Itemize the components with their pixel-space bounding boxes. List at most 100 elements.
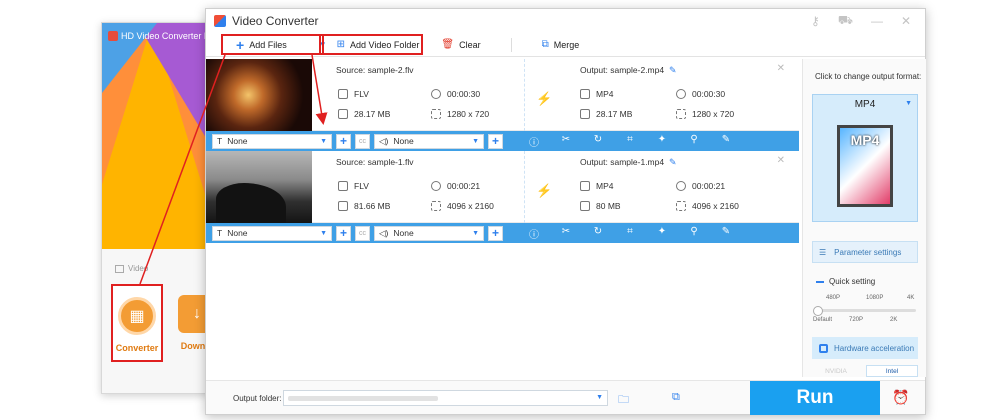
- minimize-icon[interactable]: —: [871, 14, 883, 28]
- output-folder-path: [288, 396, 438, 401]
- resolution-icon: [431, 201, 441, 211]
- file-item[interactable]: Source: sample-1.flv Output: sample-1.mp…: [206, 151, 799, 223]
- gpu-intel-option[interactable]: Intel: [866, 365, 918, 377]
- quick-setting-label: Quick setting: [816, 277, 875, 286]
- source-format: FLV: [338, 181, 369, 191]
- cart-icon[interactable]: ⛟: [838, 13, 853, 29]
- filesize-icon: [580, 201, 590, 211]
- highlight-add-files: [221, 34, 324, 55]
- info-icon[interactable]: ⓘ: [525, 226, 543, 241]
- merge-button[interactable]: ⧉ Merge: [542, 39, 580, 50]
- source-size: 28.17 MB: [338, 109, 390, 119]
- video-thumbnail[interactable]: [206, 151, 312, 223]
- chevron-down-icon: ▼: [320, 229, 327, 237]
- file-item[interactable]: Source: sample-2.flv Output: sample-2.mp…: [206, 59, 799, 131]
- output-size: 80 MB: [580, 201, 621, 211]
- cc-icon[interactable]: cc: [355, 133, 370, 149]
- highlight-add-video-folder: [319, 34, 423, 55]
- add-audio-button[interactable]: +: [488, 225, 503, 241]
- alarm-clock-icon[interactable]: ⏰: [892, 389, 909, 406]
- resolution-icon: [676, 201, 686, 211]
- edit-icon[interactable]: ✎: [717, 134, 735, 149]
- add-subtitle-button[interactable]: +: [336, 225, 351, 241]
- cc-icon[interactable]: cc: [355, 225, 370, 241]
- slider-icon: [816, 280, 824, 283]
- close-icon[interactable]: ✕: [901, 14, 911, 28]
- output-format-selector[interactable]: MP4 ▼ MP4: [812, 94, 918, 222]
- remove-file-icon[interactable]: ✕: [777, 63, 785, 74]
- film-icon: ▦: [118, 297, 156, 335]
- app-logo-icon: [214, 15, 226, 27]
- video-thumbnail[interactable]: [206, 59, 312, 131]
- clock-icon: [676, 181, 686, 191]
- launcher-hero: HD Video Converter F: [102, 23, 210, 249]
- trash-icon: 🗑: [441, 39, 455, 50]
- effects-icon[interactable]: ✦: [653, 226, 671, 241]
- add-audio-button[interactable]: +: [488, 133, 503, 149]
- crop-icon[interactable]: ⌗: [621, 226, 639, 241]
- scissors-icon[interactable]: ✂: [557, 226, 575, 241]
- hardware-acceleration-toggle[interactable]: Hardware acceleration: [812, 337, 918, 359]
- chevron-down-icon: ▼: [905, 100, 912, 107]
- rotate-icon[interactable]: ↻: [589, 134, 607, 149]
- gpu-nvidia-option[interactable]: NVIDIA: [812, 365, 860, 377]
- subtitle-select[interactable]: T None ▼: [212, 225, 332, 241]
- toolbar-divider: [510, 37, 512, 52]
- source-duration: 00:00:21: [431, 181, 480, 191]
- speaker-icon: ◁): [379, 135, 389, 146]
- run-button[interactable]: Run: [750, 381, 880, 415]
- rotate-icon[interactable]: ↻: [589, 226, 607, 241]
- source-name: Source: sample-1.flv: [336, 157, 414, 167]
- chevron-down-icon: ▼: [596, 394, 603, 401]
- watermark-icon[interactable]: ⚲: [685, 134, 703, 149]
- edit-name-icon[interactable]: ✎: [669, 65, 677, 76]
- key-icon[interactable]: ⚷: [811, 14, 820, 28]
- source-resolution: 1280 x 720: [431, 109, 489, 119]
- quality-slider[interactable]: [813, 306, 916, 316]
- subtitle-select[interactable]: T None ▼: [212, 133, 332, 149]
- file-toolbar: T None ▼ + cc ◁) None ▼ + ⓘ ✂ ↻ ⌗ ✦ ⚲ ✎: [206, 223, 799, 243]
- crop-icon[interactable]: ⌗: [621, 134, 639, 149]
- window-title: Video Converter: [232, 14, 319, 28]
- effects-icon[interactable]: ✦: [653, 134, 671, 149]
- output-size: 28.17 MB: [580, 109, 632, 119]
- converter-window: Video Converter ⚷ ⛟ — ✕ + Add Files ▼ ⊞ …: [205, 8, 926, 415]
- chevron-down-icon: ▼: [320, 137, 327, 145]
- file-format-icon: [580, 89, 590, 99]
- launcher-tile-converter[interactable]: ▦ Converter: [111, 284, 163, 362]
- open-output-icon[interactable]: ⧉: [672, 391, 680, 404]
- edit-icon[interactable]: ✎: [717, 226, 735, 241]
- text-icon: T: [217, 228, 223, 238]
- folder-icon[interactable]: 🗀: [618, 391, 629, 410]
- sliders-icon: ☰: [819, 247, 827, 257]
- add-subtitle-button[interactable]: +: [336, 133, 351, 149]
- audio-select[interactable]: ◁) None ▼: [374, 225, 484, 241]
- video-section-icon: [115, 264, 124, 273]
- clock-icon: [431, 181, 441, 191]
- edit-name-icon[interactable]: ✎: [669, 157, 677, 168]
- lightning-icon: ⚡: [536, 91, 553, 106]
- info-icon[interactable]: ⓘ: [525, 134, 543, 149]
- chevron-down-icon: ▼: [472, 229, 479, 237]
- resolution-icon: [431, 109, 441, 119]
- output-name: Output: sample-2.mp4: [580, 65, 665, 75]
- output-folder-input[interactable]: ▼: [283, 390, 608, 406]
- bottom-bar: Output folder: ▼ 🗀 ⧉ Run ⏰: [206, 380, 925, 415]
- resolution-icon: [676, 109, 686, 119]
- clear-button[interactable]: 🗑 Clear: [441, 39, 480, 50]
- source-resolution: 4096 x 2160: [431, 201, 494, 211]
- filesize-icon: [338, 201, 348, 211]
- watermark-icon[interactable]: ⚲: [685, 226, 703, 241]
- clock-icon: [676, 89, 686, 99]
- speaker-icon: ◁): [379, 227, 389, 238]
- audio-select[interactable]: ◁) None ▼: [374, 133, 484, 149]
- clock-icon: [431, 89, 441, 99]
- scissors-icon[interactable]: ✂: [557, 134, 575, 149]
- source-duration: 00:00:30: [431, 89, 480, 99]
- source-size: 81.66 MB: [338, 201, 390, 211]
- parameter-settings-button[interactable]: ☰ Parameter settings: [812, 241, 918, 263]
- app-logo-icon: [108, 31, 118, 41]
- file-format-icon: [338, 89, 348, 99]
- output-folder-label: Output folder:: [233, 394, 282, 403]
- remove-file-icon[interactable]: ✕: [777, 155, 785, 166]
